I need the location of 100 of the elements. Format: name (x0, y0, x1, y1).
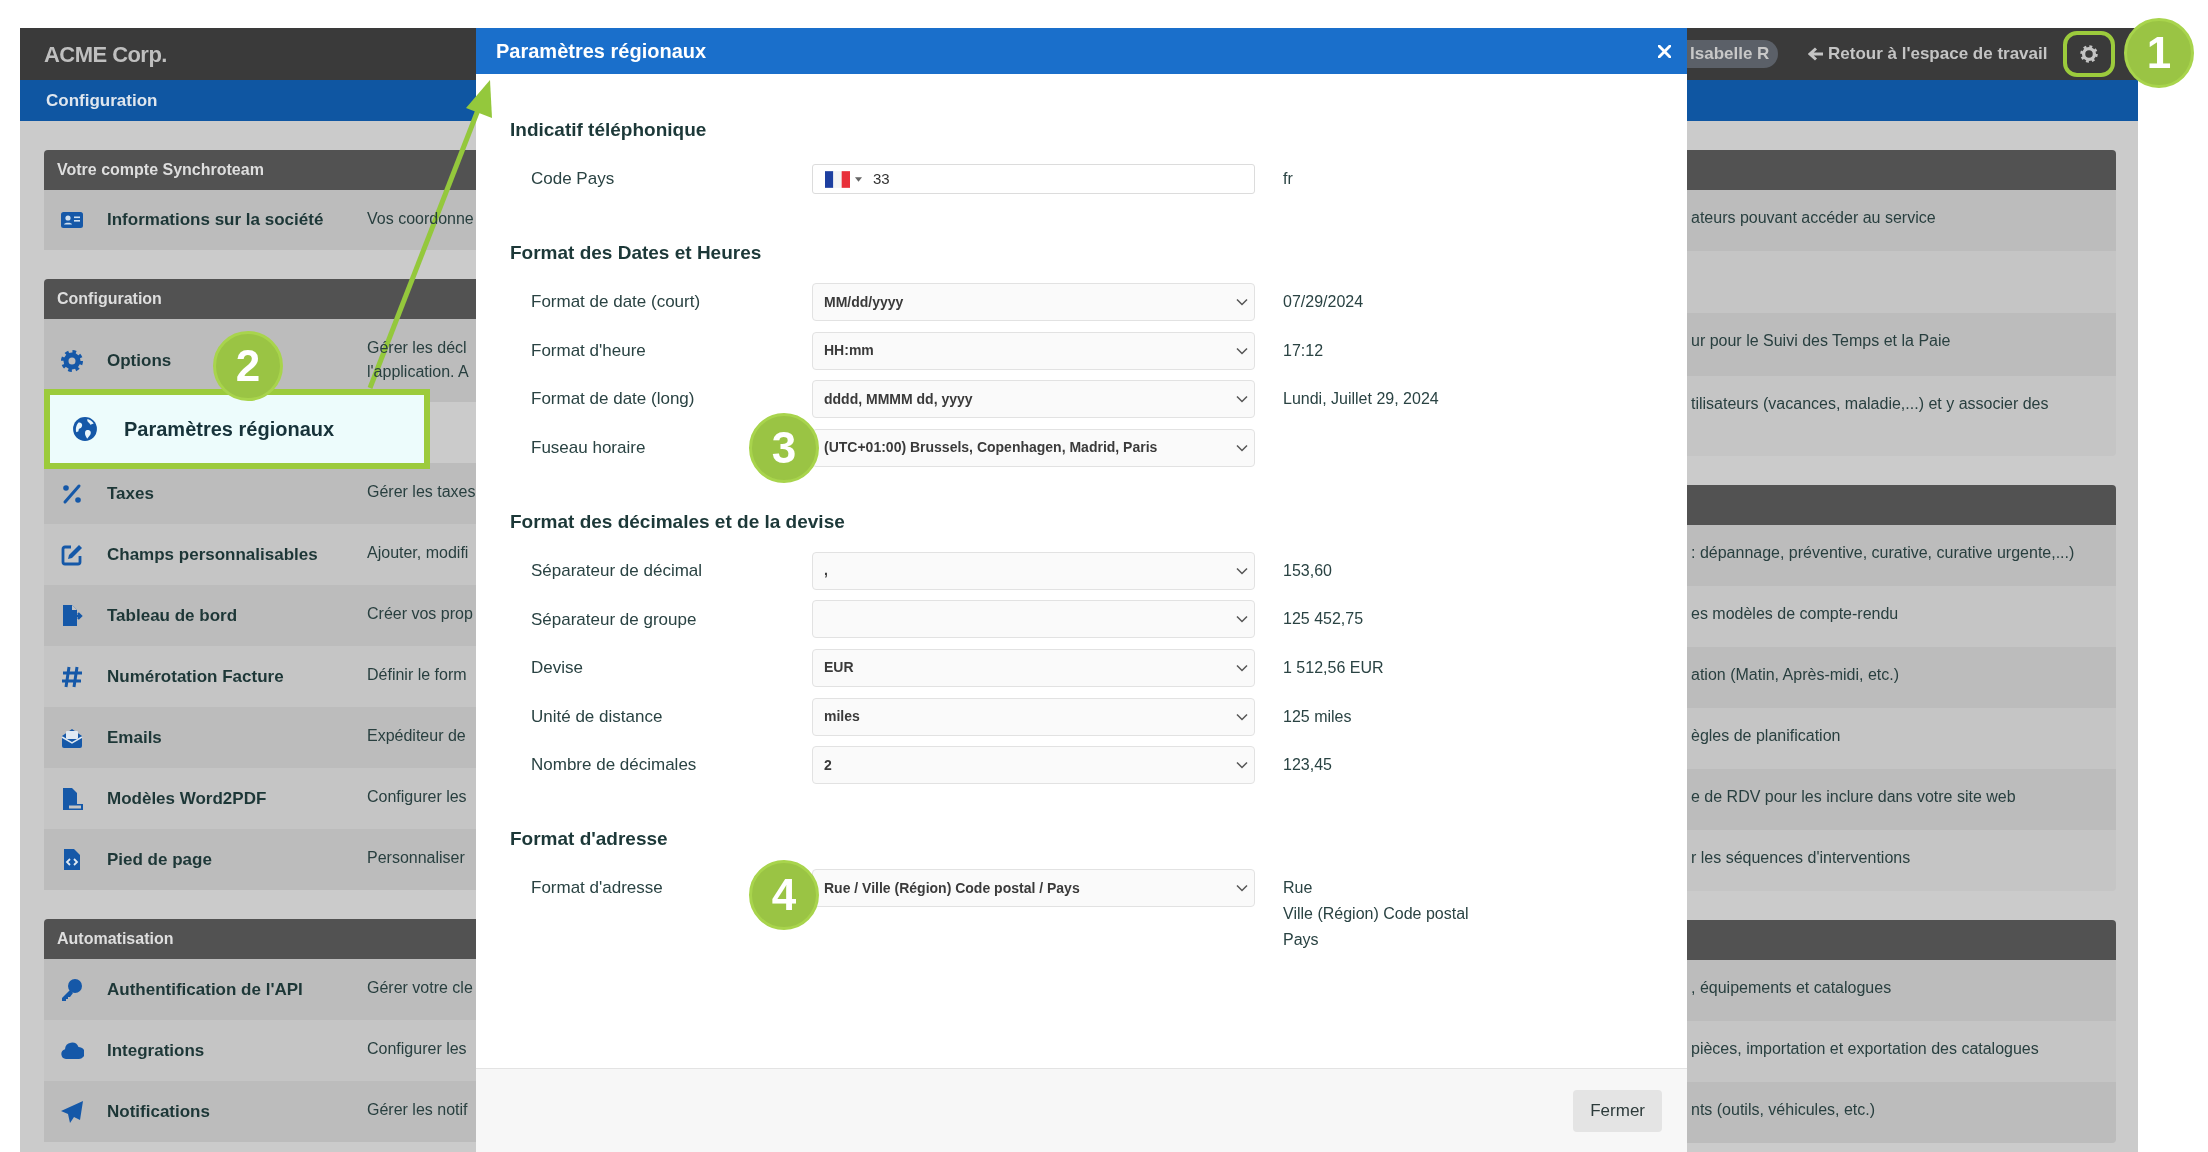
format-preview: 125 452,75 (1283, 609, 1364, 630)
page-title: Configuration (46, 89, 158, 112)
item-description: Définir le form (367, 665, 467, 685)
settings-item[interactable]: Tableau de bord Créer vos prop (44, 585, 476, 646)
item-description: Configurer les (367, 1039, 467, 1059)
item-label: Options (107, 349, 172, 372)
item-description: pièces, importation et exportation des catalogues (1691, 1040, 2039, 1057)
item-description: Gérer les notif (367, 1100, 468, 1120)
settings-item[interactable]: ur pour le Suivi des Temps et la Paie (1687, 313, 2116, 376)
item-label: Emails (107, 726, 162, 749)
field-label: Séparateur de groupe (531, 608, 697, 631)
select-field[interactable]: miles (812, 697, 1255, 736)
highlighted-item[interactable]: Paramètres régionaux (44, 389, 430, 469)
field-label: Code Pays (531, 168, 615, 191)
select-field[interactable]: dddd, MMMM dd, yyyy (812, 380, 1255, 419)
format-preview: 1 512,56 EUR (1283, 657, 1384, 678)
format-preview: Ville (Région) Code postal (1283, 904, 1469, 925)
item-description: Gérer les taxes (367, 482, 476, 502)
item-description: : dépannage, préventive, curative, curative urgente,...) (1691, 544, 2075, 561)
field-label: Devise (531, 657, 583, 680)
phone-field[interactable]: 33 (812, 164, 1255, 194)
format-preview: Lundi, Juillet 29, 2024 (1283, 389, 1439, 410)
settings-item[interactable]: Numérotation Facture Définir le form (44, 646, 476, 707)
item-description: Ajouter, modifi (367, 543, 469, 563)
chevron-icon (1236, 884, 1248, 893)
section-heading: Format des décimales et de la devise (510, 509, 846, 534)
field-label: Séparateur de décimal (531, 560, 703, 583)
select-field[interactable]: Rue / Ville (Région) Code postal / Pays (812, 869, 1255, 908)
item-description: r les séquences d'interventions (1691, 849, 1911, 866)
paper-plane-icon (60, 1099, 84, 1124)
settings-item[interactable]: Notifications Gérer les notif (44, 1081, 476, 1142)
hash-icon (60, 664, 84, 689)
settings-item[interactable]: Pied de page Personnaliser (44, 829, 476, 890)
user-badge[interactable]: Isabelle R (1687, 40, 1778, 68)
format-preview: fr (1283, 169, 1293, 189)
item-description: ègles de planification (1691, 727, 1841, 744)
settings-item[interactable]: Emails Expéditeur de (44, 707, 476, 768)
settings-item[interactable]: es modèles de compte-rendu (1687, 586, 2116, 647)
item-description: Personnaliser (367, 848, 465, 868)
format-preview: Rue (1283, 878, 1314, 899)
format-preview: 153,60 (1283, 560, 1332, 581)
settings-item[interactable]: e de RDV pour les inclure dans votre site web (1687, 769, 2116, 830)
item-description: es modèles de compte-rendu (1691, 605, 1899, 622)
field-label: Unité de distance (531, 705, 663, 728)
chevron-icon (1236, 761, 1248, 770)
caret-icon (855, 176, 862, 182)
settings-item[interactable]: : dépannage, préventive, curative, curative urgente,...) (1687, 525, 2116, 586)
settings-item[interactable]: tilisateurs (vacances, maladie,...) et y associer des (1687, 376, 2116, 456)
file-arrow-icon (60, 603, 84, 628)
select-field[interactable]: 2 (812, 746, 1255, 785)
item-description: nts (outils, véhicules, etc.) (1691, 1101, 1876, 1118)
settings-item[interactable]: pièces, importation et exportation des catalogues (1687, 1021, 2116, 1082)
field-label: Format de date (court) (531, 291, 701, 314)
item-label: Numérotation Facture (107, 665, 284, 688)
item-description: ur pour le Suivi des Temps et la Paie (1691, 332, 1951, 349)
select-field[interactable]: MM/dd/yyyy (812, 283, 1255, 321)
settings-item[interactable]: r les séquences d'interventions (1687, 830, 2116, 891)
step-badge: 1 (2124, 18, 2194, 88)
settings-item[interactable]: ation (Matin, Après-midi, etc.) (1687, 647, 2116, 708)
item-label: Taxes (107, 482, 154, 505)
settings-button[interactable] (2063, 31, 2116, 77)
panel-title: Automatisation (57, 929, 174, 949)
item-description: Gérer votre cle (367, 978, 473, 998)
flag-icon (825, 170, 850, 188)
settings-item[interactable]: Taxes Gérer les taxes (44, 463, 476, 524)
format-preview: 07/29/2024 (1283, 292, 1364, 312)
settings-item[interactable]: Integrations Configurer les (44, 1020, 476, 1081)
select-field[interactable]: EUR (812, 648, 1255, 687)
item-label: Integrations (107, 1039, 205, 1062)
dialog-title: Paramètres régionaux (496, 39, 707, 64)
settings-item[interactable]: Champs personnalisables Ajouter, modifi (44, 524, 476, 585)
chevron-icon (1236, 395, 1248, 404)
panel-title: Votre compte Synchroteam (57, 160, 264, 180)
chevron-icon (1236, 663, 1248, 672)
item-description: , équipements et catalogues (1691, 979, 1892, 996)
brand-name: ACME Corp. (44, 40, 167, 69)
item-description: Configurer les (367, 787, 467, 807)
settings-item[interactable]: ateurs pouvant accéder au service (1687, 190, 2116, 251)
item-description: e de RDV pour les inclure dans votre site web (1691, 788, 2016, 805)
settings-item[interactable]: ègles de planification (1687, 708, 2116, 769)
field-label: Fuseau horaire (531, 437, 646, 460)
select-field[interactable] (812, 600, 1255, 639)
item-label: Champs personnalisables (107, 543, 318, 566)
left-arrow-icon (1808, 47, 1824, 61)
close-button[interactable]: Fermer (1573, 1089, 1662, 1132)
chevron-icon (1236, 298, 1248, 306)
select-field[interactable]: , (812, 551, 1255, 590)
settings-item[interactable]: Modèles Word2PDF Configurer les (44, 768, 476, 829)
field-label: Format de date (long) (531, 388, 695, 411)
item-description: Créer vos prop (367, 604, 473, 624)
settings-item[interactable]: nts (outils, véhicules, etc.) (1687, 1082, 2116, 1143)
settings-item[interactable]: , équipements et catalogues (1687, 960, 2116, 1021)
format-preview: 17:12 (1283, 340, 1324, 361)
settings-item[interactable]: Authentification de l'API Gérer votre cle (44, 959, 476, 1020)
select-field[interactable]: (UTC+01:00) Brussels, Copenhagen, Madrid, Paris (812, 428, 1255, 467)
chevron-icon (1236, 346, 1248, 355)
back-link[interactable]: Retour à l'espace de travail (1808, 41, 2048, 67)
select-field[interactable]: HH:mm (812, 331, 1255, 370)
field-label: Nombre de décimales (531, 754, 697, 777)
chevron-icon (1236, 566, 1248, 575)
